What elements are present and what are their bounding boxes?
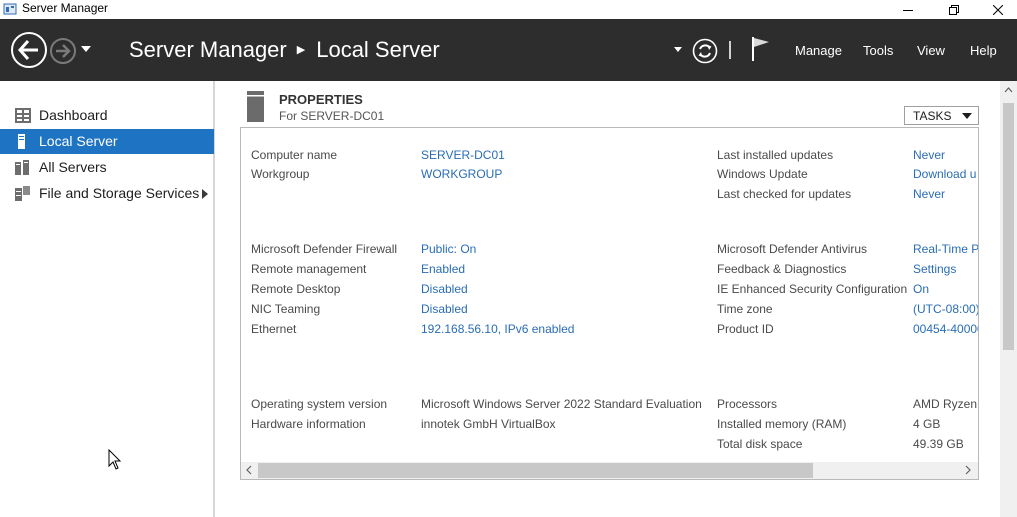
property-label: Last installed updates [717,148,834,162]
app-header: Server Manager ▶ Local Server Manage Too… [0,19,1017,81]
horizontal-scrollbar[interactable] [241,462,978,479]
scroll-up-icon[interactable] [1004,87,1013,93]
header-divider [729,41,731,59]
restore-icon [949,4,959,15]
history-dropdown-icon[interactable] [81,46,91,52]
notifications-flag-icon[interactable] [751,36,771,62]
property-label: Hardware information [251,417,366,431]
scroll-right-icon[interactable] [965,465,971,475]
property-value-link[interactable]: 00454-40000 [913,322,978,336]
property-value: AMD Ryzen [913,397,978,411]
property-label: Workgroup [251,167,310,181]
property-label: Microsoft Defender Antivirus [717,242,868,256]
close-button[interactable] [975,0,1017,19]
title-bar: Server Manager [0,0,1017,19]
menu-view[interactable]: View [917,43,945,58]
horizontal-scroll-thumb[interactable] [258,463,813,478]
property-value-link[interactable]: Disabled [421,302,468,316]
property-value: Microsoft Windows Server 2022 Standard E… [421,397,702,411]
property-value-link[interactable]: Real-Time Pr [913,242,978,256]
property-label: Remote Desktop [251,282,341,296]
vertical-scrollbar[interactable] [1000,81,1017,517]
scroll-left-icon[interactable] [246,465,252,475]
minimize-button[interactable] [885,0,931,19]
sidebar-item-label: Dashboard [39,107,108,123]
property-label: Installed memory (RAM) [717,417,847,431]
window-title: Server Manager [22,1,109,15]
sidebar-item-label: File and Storage Services [39,185,200,201]
property-label: NIC Teaming [251,302,321,316]
property-value-link[interactable]: 192.168.56.10, IPv6 enabled [421,322,574,336]
tasks-dropdown-button[interactable]: TASKS [904,106,979,125]
all-servers-icon [15,160,29,175]
minimize-icon [903,9,913,11]
property-label: Microsoft Defender Firewall [251,242,398,256]
mouse-cursor-icon [108,449,122,470]
sidebar-item-dashboard[interactable]: Dashboard [0,103,214,128]
vertical-scroll-thumb[interactable] [1003,103,1014,350]
property-value: innotek GmbH VirtualBox [421,417,556,431]
dashboard-icon [15,108,31,123]
refresh-dropdown-icon[interactable] [674,47,682,52]
forward-arrow-icon[interactable] [49,37,77,65]
property-value-link[interactable]: Enabled [421,262,465,276]
property-value-link[interactable]: Download u [913,167,976,181]
chevron-down-icon [962,113,972,119]
property-label: Last checked for updates [717,187,852,201]
property-value-link[interactable]: WORKGROUP [421,167,502,181]
property-label: Computer name [251,148,338,162]
property-value-link[interactable]: Never [913,148,945,162]
breadcrumb: Server Manager ▶ Local Server [129,37,440,63]
property-label: Remote management [251,262,367,276]
property-value-link[interactable]: (UTC-08:00) [913,302,978,316]
breadcrumb-current: Local Server [316,37,440,62]
properties-title: PROPERTIES [279,92,363,107]
server-properties-icon [247,91,264,122]
sidebar-item-all-servers[interactable]: All Servers [0,155,214,180]
tasks-label: TASKS [913,108,952,123]
property-value-link[interactable]: Settings [913,262,956,276]
local-server-icon [18,134,25,149]
storage-icon [15,186,30,201]
menu-manage[interactable]: Manage [795,43,842,58]
property-label: IE Enhanced Security Configuration [717,282,908,296]
property-label: Total disk space [717,437,803,451]
breadcrumb-root[interactable]: Server Manager [129,37,287,63]
property-value-link[interactable]: On [913,282,929,296]
chevron-right-icon[interactable] [202,189,208,199]
property-label: Operating system version [251,397,388,411]
menu-help[interactable]: Help [970,43,997,58]
close-icon [993,4,1003,15]
main-content: PROPERTIES For SERVER-DC01 TASKS Compute… [217,81,1000,517]
sidebar-item-label: All Servers [39,159,107,175]
breadcrumb-separator-icon: ▶ [296,43,306,56]
property-value-link[interactable]: Never [913,187,945,201]
server-manager-app-icon [3,3,17,15]
back-arrow-icon[interactable] [10,31,48,69]
properties-panel: Computer name SERVER-DC01 Workgroup WORK… [240,127,979,480]
property-label: Feedback & Diagnostics [717,262,847,276]
property-label: Windows Update [717,167,808,181]
property-value-link[interactable]: Disabled [421,282,468,296]
restore-button[interactable] [931,0,977,19]
property-label: Processors [717,397,778,411]
sidebar-item-label: Local Server [39,133,118,149]
sidebar-item-file-storage[interactable]: File and Storage Services [0,181,214,206]
property-value-link[interactable]: SERVER-DC01 [421,148,505,162]
properties-subtitle: For SERVER-DC01 [279,109,385,123]
property-value: 4 GB [913,417,941,431]
property-value-link[interactable]: Public: On [421,242,476,256]
sidebar-item-local-server[interactable]: Local Server [0,129,214,154]
refresh-icon[interactable] [692,38,718,64]
property-label: Product ID [717,322,774,336]
property-label: Ethernet [251,322,297,336]
property-label: Time zone [717,302,773,316]
menu-tools[interactable]: Tools [863,43,893,58]
property-value: 49.39 GB [913,437,964,451]
